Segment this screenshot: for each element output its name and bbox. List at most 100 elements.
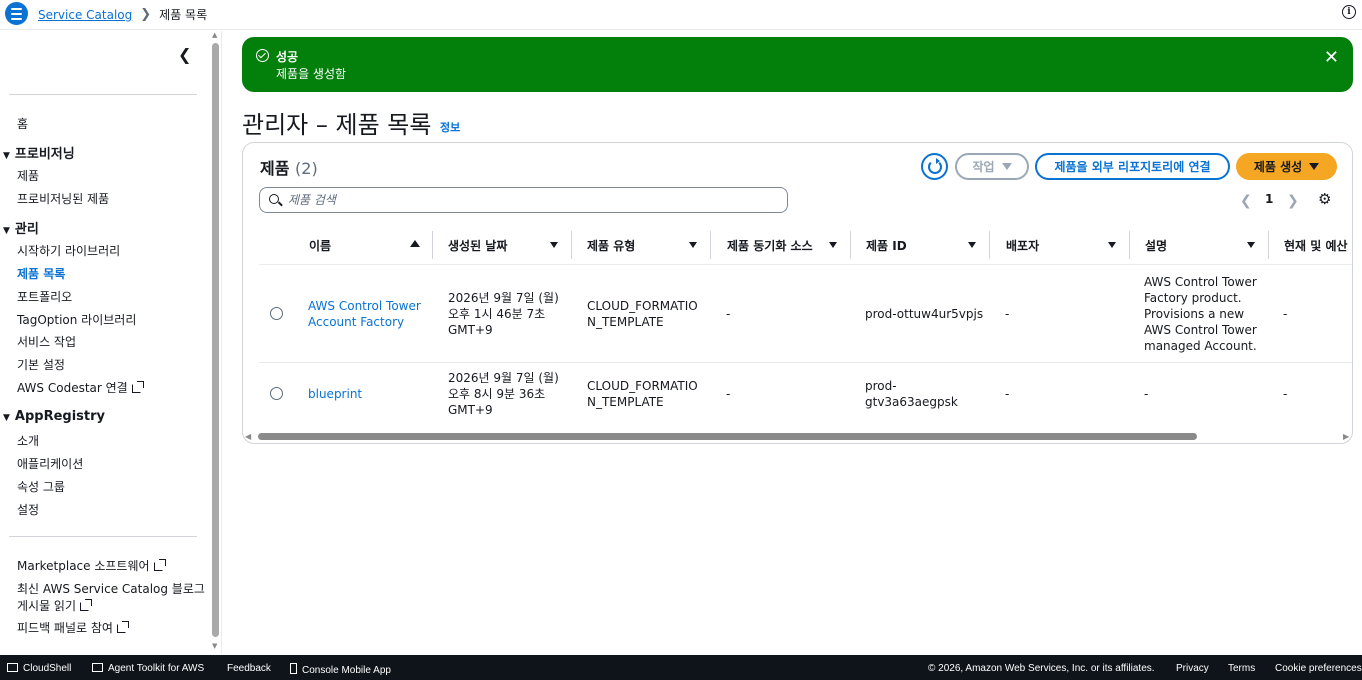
create-product-button[interactable]: 제품 생성 <box>1236 153 1337 180</box>
refresh-icon[interactable] <box>921 153 948 180</box>
mobile-icon <box>290 663 297 674</box>
sort-icon[interactable] <box>968 242 976 248</box>
sidebar-item-tagoption-library[interactable]: TagOption 라이브러리 <box>17 311 136 328</box>
column-header-sync-source[interactable]: 제품 동기화 소스 <box>727 226 813 264</box>
agent-toolkit-button[interactable]: Agent Toolkit for AWS <box>92 663 204 674</box>
chevron-left-icon[interactable]: ❮ <box>1240 193 1252 209</box>
row-select-radio[interactable] <box>270 307 283 320</box>
description: - <box>1144 387 1149 401</box>
product-name-link[interactable]: AWS Control Tower Account Factory <box>308 298 421 330</box>
description: AWS Control Tower Factory product. Provi… <box>1144 275 1257 353</box>
scroll-left-arrow[interactable]: ◀ <box>245 432 251 441</box>
console-mobile-app-link[interactable]: Console Mobile App <box>290 663 391 676</box>
column-separator[interactable] <box>1268 231 1269 259</box>
info-icon[interactable]: i <box>1342 5 1356 19</box>
sidebar-section-appregistry[interactable]: ▼ AppRegistry <box>3 409 105 424</box>
sort-icon[interactable] <box>689 242 697 248</box>
copyright: © 2026, Amazon Web Services, Inc. or its… <box>928 663 1155 674</box>
cloudshell-button[interactable]: CloudShell <box>7 663 71 674</box>
caret-down-icon <box>1001 163 1012 170</box>
column-separator[interactable] <box>989 231 990 259</box>
sidebar-item-home[interactable]: 홈 <box>17 115 28 132</box>
table-header-divider <box>259 264 1352 265</box>
created-date: 2026년 9월 7일 (월) 오후 8시 9분 36초 GMT+9 <box>448 371 559 417</box>
budget: - <box>1283 387 1288 401</box>
products-table-container: 제품 (2) 작업 제품을 외부 리포지토리에 연결 제품 생성 ❮ 1 ❯ ⚙… <box>242 142 1353 444</box>
sidebar: ❮ 홈 ▼ 프로비저닝 제품 프로비저닝된 제품 ▼ 관리 시작하기 라이브러리 제… <box>0 31 222 654</box>
sort-icon[interactable] <box>550 242 558 248</box>
sidebar-section-provisioning[interactable]: ▼ 프로비저닝 <box>3 143 75 162</box>
close-icon[interactable]: ✕ <box>1324 47 1339 68</box>
sidebar-item-service-actions[interactable]: 서비스 작업 <box>17 333 76 350</box>
sort-ascending-icon[interactable] <box>410 240 420 247</box>
sidebar-item-attribute-groups[interactable]: 속성 그룹 <box>17 478 65 495</box>
chevron-right-icon: ❯ <box>140 7 152 22</box>
column-separator[interactable] <box>571 231 572 259</box>
column-separator[interactable] <box>710 231 711 259</box>
search-input[interactable] <box>288 191 778 209</box>
page-number[interactable]: 1 <box>1265 192 1273 206</box>
sidebar-link-feedback-panel[interactable]: 피드백 패널로 참여 <box>17 619 129 636</box>
scroll-right-arrow[interactable]: ▶ <box>1343 432 1349 441</box>
breadcrumb: Service Catalog ❯ 제품 목록 <box>38 6 207 23</box>
feedback-link[interactable]: Feedback <box>227 663 271 674</box>
sidebar-item-portfolio[interactable]: 포트폴리오 <box>17 288 72 305</box>
sidebar-section-admin[interactable]: ▼ 관리 <box>3 218 39 237</box>
success-flash: 성공 제품을 생성함 ✕ <box>242 37 1353 92</box>
privacy-link[interactable]: Privacy <box>1176 663 1209 674</box>
distributor: - <box>1005 307 1010 321</box>
column-header-created-date[interactable]: 생성된 날짜 <box>448 226 507 264</box>
sidebar-item-applications[interactable]: 애플리케이션 <box>17 455 83 472</box>
product-count: (2) <box>295 159 318 178</box>
sidebar-item-introduction[interactable]: 소개 <box>17 432 39 449</box>
column-header-product-type[interactable]: 제품 유형 <box>587 226 635 264</box>
sidebar-link-marketplace[interactable]: Marketplace 소프트웨어 <box>17 557 166 574</box>
product-type: CLOUD_FORMATIO N_TEMPLATE <box>587 299 698 329</box>
product-name-link[interactable]: blueprint <box>308 386 362 402</box>
column-header-product-id[interactable]: 제품 ID <box>866 226 907 264</box>
product-type: CLOUD_FORMATIO N_TEMPLATE <box>587 379 698 409</box>
column-header-description[interactable]: 설명 <box>1145 226 1167 264</box>
collapse-sidebar-icon[interactable]: ❮ <box>178 45 191 64</box>
sort-icon[interactable] <box>1108 242 1116 248</box>
scroll-down-arrow[interactable]: ▼ <box>212 642 217 650</box>
sidebar-divider <box>9 536 197 537</box>
horizontal-scrollbar[interactable] <box>258 433 1197 440</box>
sidebar-item-preferences[interactable]: 기본 설정 <box>17 356 65 373</box>
sidebar-divider <box>9 94 197 95</box>
sync-source: - <box>726 307 731 321</box>
sidebar-link-blog-read[interactable]: 게시물 읽기 <box>17 597 93 614</box>
sort-icon[interactable] <box>829 242 837 248</box>
gear-icon[interactable]: ⚙ <box>1318 190 1331 208</box>
sidebar-item-codestar-connections[interactable]: AWS Codestar 연결 <box>17 379 144 396</box>
sidebar-item-provisioned-products[interactable]: 프로비저닝된 제품 <box>17 190 109 207</box>
terms-link[interactable]: Terms <box>1228 663 1255 674</box>
connect-external-repo-button[interactable]: 제품을 외부 리포지토리에 연결 <box>1035 153 1230 180</box>
row-select-radio[interactable] <box>270 387 283 400</box>
actions-dropdown-button[interactable]: 작업 <box>955 153 1029 180</box>
product-id: prod- gtv3a63aegpsk <box>865 379 958 409</box>
column-header-distributor[interactable]: 배포자 <box>1006 226 1039 264</box>
external-link-icon <box>80 599 93 611</box>
menu-icon[interactable] <box>5 2 28 25</box>
sidebar-item-getting-started-library[interactable]: 시작하기 라이브러리 <box>17 242 120 259</box>
sidebar-item-settings[interactable]: 설정 <box>17 501 39 518</box>
caret-down-icon: ▼ <box>3 151 10 161</box>
sync-source: - <box>726 387 731 401</box>
column-separator[interactable] <box>1129 231 1130 259</box>
sidebar-link-blog[interactable]: 최신 AWS Service Catalog 블로그 <box>17 580 205 597</box>
toolkit-icon <box>92 663 103 672</box>
scroll-up-arrow[interactable]: ▲ <box>212 31 217 39</box>
column-separator[interactable] <box>850 231 851 259</box>
info-link[interactable]: 정보 <box>440 119 460 135</box>
column-header-budget[interactable]: 현재 및 예산 <box>1284 226 1348 264</box>
sidebar-item-product-list[interactable]: 제품 목록 <box>17 265 65 282</box>
cookie-preferences-link[interactable]: Cookie preferences <box>1275 663 1362 674</box>
column-separator[interactable] <box>432 231 433 259</box>
breadcrumb-service-link[interactable]: Service Catalog <box>38 8 132 22</box>
chevron-right-icon[interactable]: ❯ <box>1287 193 1299 209</box>
sort-icon[interactable] <box>1247 242 1255 248</box>
sidebar-scrollbar[interactable] <box>212 43 219 637</box>
sidebar-item-products[interactable]: 제품 <box>17 167 39 184</box>
column-header-name[interactable]: 이름 <box>309 226 331 264</box>
